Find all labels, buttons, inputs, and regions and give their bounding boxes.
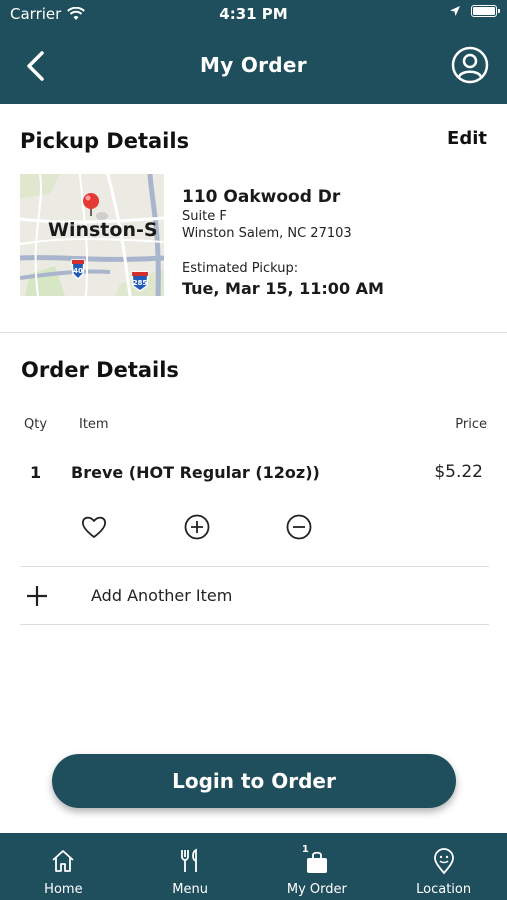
order-section-title: Order Details	[21, 358, 179, 382]
tab-location-label: Location	[416, 882, 472, 897]
bag-icon	[306, 851, 327, 873]
location-arrow-icon	[450, 6, 460, 16]
add-another-item-button[interactable]: Add Another Item	[91, 586, 232, 605]
map-graphic: Winston-S 40 285	[20, 174, 164, 296]
tab-home-label: Home	[44, 882, 83, 897]
address-line2: Suite F	[182, 209, 227, 224]
item-divider	[20, 566, 489, 567]
edit-pickup-button[interactable]: Edit	[447, 128, 487, 149]
decrease-quantity-icon[interactable]	[285, 513, 313, 541]
favorite-heart-icon[interactable]	[80, 513, 108, 541]
add-item-plus-icon[interactable]	[26, 585, 48, 607]
app-header: Carrier 4:31 PM My Order	[0, 0, 507, 104]
tab-my-order[interactable]: 1 My Order	[254, 833, 381, 900]
interstate-shield-285: 285	[133, 279, 148, 287]
map-thumbnail[interactable]: Winston-S 40 285	[20, 174, 164, 296]
add-item-divider	[20, 624, 489, 625]
item-name: Breve (HOT Regular (12oz))	[71, 463, 320, 482]
profile-button[interactable]	[451, 46, 489, 84]
estimated-pickup-label: Estimated Pickup:	[182, 261, 299, 276]
location-pin-icon	[433, 848, 454, 875]
tab-my-order-label: My Order	[286, 882, 347, 897]
address-line1: 110 Oakwood Dr	[182, 187, 341, 207]
section-divider	[0, 332, 507, 333]
pickup-section-title: Pickup Details	[20, 129, 190, 153]
address-line3: Winston Salem, NC 27103	[182, 226, 352, 241]
tab-menu-label: Menu	[172, 882, 208, 897]
status-bar: Carrier 4:31 PM	[0, 0, 507, 28]
utensils-icon	[181, 848, 198, 872]
increase-quantity-icon[interactable]	[183, 513, 211, 541]
item-price: $5.22	[434, 462, 483, 482]
column-item: Item	[79, 417, 109, 432]
map-city-label: Winston-S	[48, 219, 158, 241]
status-time: 4:31 PM	[219, 5, 288, 23]
interstate-shield-40: 40	[73, 267, 83, 275]
tab-bar: Home Menu 1 My Order Location	[0, 833, 507, 900]
tab-home[interactable]: Home	[0, 833, 127, 900]
page-title: My Order	[200, 53, 307, 77]
tab-menu[interactable]: Menu	[127, 833, 254, 900]
estimated-pickup-value: Tue, Mar 15, 11:00 AM	[182, 279, 384, 298]
column-qty: Qty	[24, 417, 48, 432]
column-price: Price	[455, 417, 487, 432]
status-right	[449, 5, 500, 17]
home-icon	[52, 850, 74, 872]
login-to-order-button[interactable]: Login to Order	[52, 754, 456, 808]
item-qty: 1	[30, 463, 42, 482]
tab-location[interactable]: Location	[380, 833, 507, 900]
battery-icon	[471, 5, 500, 17]
